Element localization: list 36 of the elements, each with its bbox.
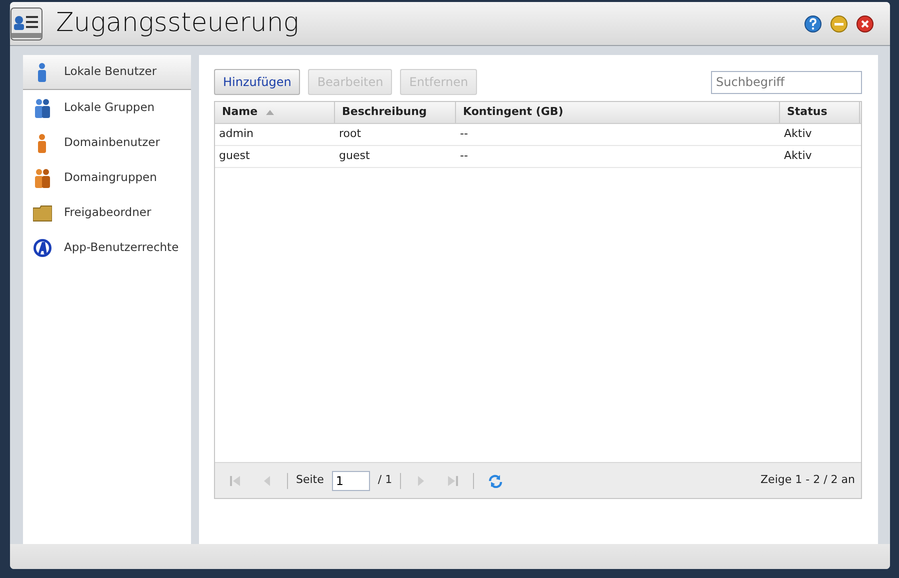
column-header[interactable]: Status bbox=[787, 104, 828, 121]
table-cell-text: Aktiv bbox=[783, 126, 813, 142]
table-cell-text: -- bbox=[459, 148, 469, 164]
address-card-icon bbox=[10, 6, 44, 42]
people-icon bbox=[33, 168, 52, 188]
help-icon[interactable] bbox=[804, 14, 822, 32]
app-logo-icon bbox=[33, 238, 52, 258]
table-cell-text: Aktiv bbox=[783, 148, 813, 164]
people-icon bbox=[33, 98, 52, 118]
table-cell-text: guest bbox=[338, 148, 371, 164]
folder-icon bbox=[33, 202, 52, 222]
page-label: Seite bbox=[296, 472, 324, 488]
table-cell-text: -- bbox=[459, 126, 469, 142]
column-header[interactable]: Beschreibung bbox=[342, 104, 427, 121]
sidebar-item[interactable]: Domainbenutzer bbox=[23, 125, 191, 160]
table-cell-text: root bbox=[338, 126, 362, 142]
search-field[interactable]: Suchbegriff bbox=[711, 70, 862, 94]
first-page-icon[interactable] bbox=[229, 474, 241, 488]
window-title: Zugangssteuerung bbox=[56, 7, 299, 40]
toolbar-button[interactable]: Hinzufügen bbox=[214, 69, 300, 95]
sidebar-item[interactable]: Freigabeordner bbox=[23, 195, 191, 230]
table-cell-text: guest bbox=[218, 148, 251, 164]
sidebar-item[interactable]: Lokale Gruppen bbox=[23, 90, 191, 125]
refresh-icon[interactable] bbox=[488, 474, 504, 488]
page-count: / 1 bbox=[378, 472, 392, 488]
page-field[interactable]: 1 bbox=[332, 470, 370, 490]
column-header[interactable]: Name bbox=[222, 104, 258, 121]
sidebar-item[interactable]: App-Benutzerrechte bbox=[23, 230, 191, 265]
last-page-icon[interactable] bbox=[447, 474, 460, 488]
column-header[interactable]: Kontingent (GB) bbox=[463, 104, 564, 121]
sidebar-item[interactable]: Lokale Benutzer bbox=[23, 55, 191, 90]
sidebar-item[interactable]: Domaingruppen bbox=[23, 160, 191, 195]
record-summary: Zeige 1 - 2 / 2 an bbox=[760, 472, 855, 488]
close-icon[interactable] bbox=[856, 14, 874, 32]
minimize-icon[interactable] bbox=[830, 14, 848, 32]
table-cell-text: admin bbox=[218, 126, 254, 142]
